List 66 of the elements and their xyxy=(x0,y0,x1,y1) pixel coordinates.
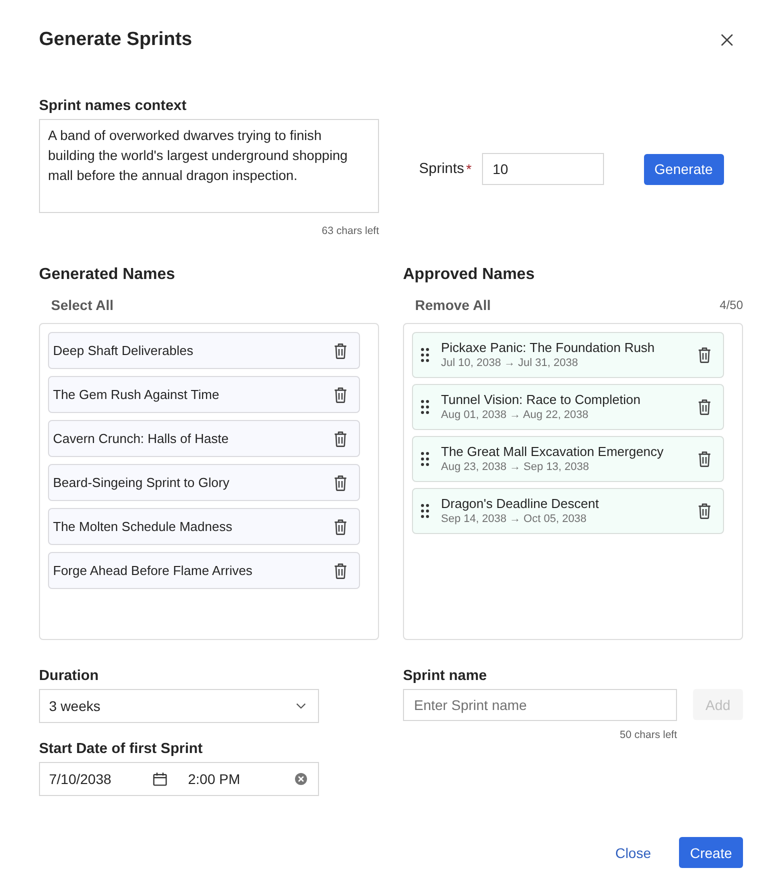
char-counter: 63 chars left xyxy=(322,224,379,238)
trash-icon[interactable] xyxy=(698,451,711,467)
sprints-input[interactable]: 10 xyxy=(482,153,604,185)
approved-name-item[interactable]: Pickaxe Panic: The Foundation Rush Jul 10, 2038 → Jul 31, 2038 xyxy=(412,332,724,378)
trash-icon[interactable] xyxy=(698,399,711,415)
sprint-date-range: Aug 23, 2038 → Sep 13, 2038 xyxy=(441,460,590,474)
field-label: Sprint names context xyxy=(39,98,188,114)
duration-select[interactable]: 3 weeks xyxy=(39,689,319,723)
char-counter: 50 chars left xyxy=(620,728,677,742)
generated-name-item[interactable]: Cavern Crunch: Halls of Haste xyxy=(48,420,360,457)
field-label: Duration xyxy=(39,668,100,684)
approved-name-item[interactable]: The Great Mall Excavation Emergency Aug 23, 2038 → Sep 13, 2038 xyxy=(412,436,724,482)
date-value[interactable]: 7/10/2038 xyxy=(49,771,153,787)
sprint-date-range: Jul 10, 2038 → Jul 31, 2038 xyxy=(441,356,579,370)
select-all-button[interactable]: Select All xyxy=(51,296,114,314)
remove-all-button[interactable]: Remove All xyxy=(415,296,491,314)
sprint-name-text: Tunnel Vision: Race to Completion xyxy=(441,392,642,408)
sprint-date-range: Aug 01, 2038 → Aug 22, 2038 xyxy=(441,408,590,422)
create-button[interactable]: Create xyxy=(679,837,743,868)
close-link[interactable]: Close xyxy=(615,844,651,860)
required-mark: * xyxy=(466,160,472,178)
field-label: Sprints xyxy=(419,160,464,178)
sprint-name-text: Deep Shaft Deliverables xyxy=(53,342,194,358)
sprint-name-input[interactable]: Enter Sprint name xyxy=(403,689,677,721)
trash-icon[interactable] xyxy=(334,386,347,402)
trash-icon[interactable] xyxy=(334,474,347,490)
chevron-down-icon xyxy=(296,703,306,709)
sprint-name-text: The Gem Rush Against Time xyxy=(53,386,220,402)
section-heading: Approved Names xyxy=(403,265,536,285)
sprint-date-range: Sep 14, 2038 → Oct 05, 2038 xyxy=(441,512,588,526)
generate-button[interactable]: Generate xyxy=(644,154,724,184)
sprint-name-text: Cavern Crunch: Halls of Haste xyxy=(53,430,229,446)
generated-name-item[interactable]: The Molten Schedule Madness xyxy=(48,508,360,545)
sprint-name-text: Forge Ahead Before Flame Arrives xyxy=(53,562,252,578)
time-value[interactable]: 2:00 PM xyxy=(188,771,295,787)
drag-handle-icon[interactable] xyxy=(421,504,429,518)
calendar-icon[interactable] xyxy=(153,772,167,786)
generated-name-item[interactable]: Beard-Singeing Sprint to Glory xyxy=(48,464,360,501)
generated-name-item[interactable]: Deep Shaft Deliverables xyxy=(48,332,360,369)
dialog-title: Generate Sprints xyxy=(39,28,192,52)
generated-name-item[interactable]: The Gem Rush Against Time xyxy=(48,376,360,413)
drag-handle-icon[interactable] xyxy=(421,452,429,466)
approved-name-item[interactable]: Dragon's Deadline Descent Sep 14, 2038 → Oct 05, 2038 xyxy=(412,488,724,534)
field-label: Sprint name xyxy=(403,668,488,684)
context-textarea[interactable]: A band of overworked dwarves trying to finish building the world's largest underground shopping mall before the annual dragon inspection. xyxy=(39,119,379,213)
section-heading: Generated Names xyxy=(39,265,176,285)
trash-icon[interactable] xyxy=(334,430,347,446)
generated-name-item[interactable]: Forge Ahead Before Flame Arrives xyxy=(48,552,360,589)
sprint-name-text: Beard-Singeing Sprint to Glory xyxy=(53,474,230,490)
trash-icon[interactable] xyxy=(334,518,347,534)
clear-icon[interactable] xyxy=(295,773,307,785)
approved-count: 4/50 xyxy=(720,297,743,313)
sprint-name-text: Dragon's Deadline Descent xyxy=(441,496,600,512)
sprint-name-text: Pickaxe Panic: The Foundation Rush xyxy=(441,340,656,356)
drag-handle-icon[interactable] xyxy=(421,400,429,414)
drag-handle-icon[interactable] xyxy=(421,348,429,362)
sprint-name-text: The Great Mall Excavation Emergency xyxy=(441,444,665,460)
trash-icon[interactable] xyxy=(698,347,711,363)
trash-icon[interactable] xyxy=(334,342,347,358)
approved-name-item[interactable]: Tunnel Vision: Race to Completion Aug 01, 2038 → Aug 22, 2038 xyxy=(412,384,724,430)
trash-icon[interactable] xyxy=(698,503,711,519)
sprint-name-text: The Molten Schedule Madness xyxy=(53,518,232,534)
trash-icon[interactable] xyxy=(334,562,347,578)
field-label: Start Date of first Sprint xyxy=(39,741,204,757)
close-icon[interactable] xyxy=(721,34,733,46)
datetime-field[interactable]: 7/10/2038 2:00 PM xyxy=(39,762,319,796)
